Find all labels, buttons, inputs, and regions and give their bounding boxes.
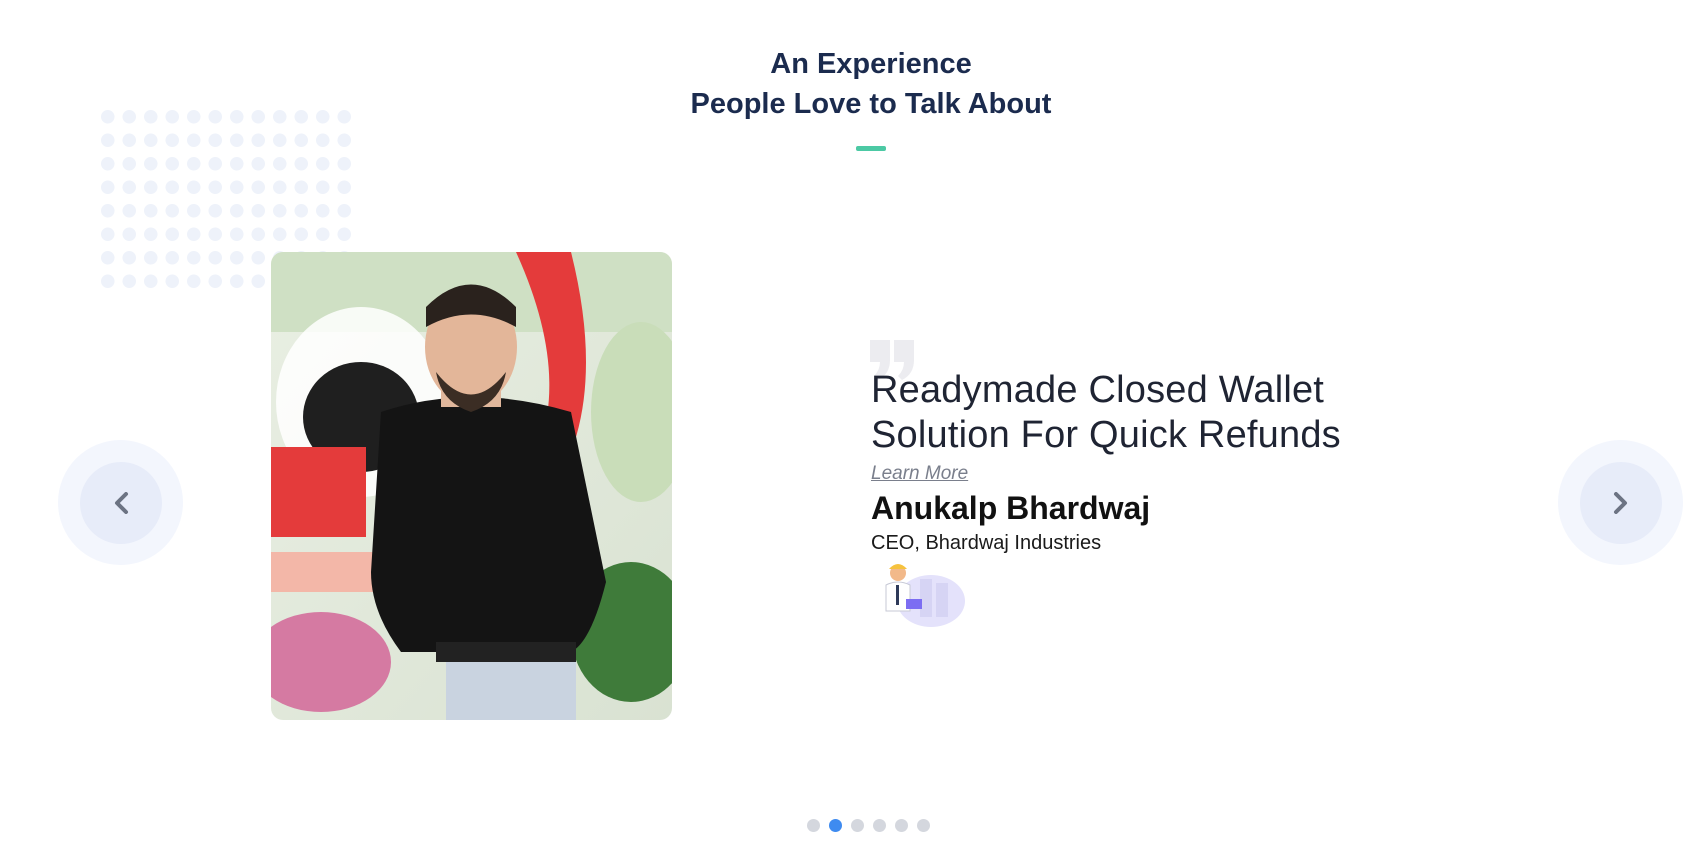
learn-more-link[interactable]: Learn More (871, 463, 968, 485)
title-underline (856, 146, 886, 151)
testimonial-headline: Readymade Closed Wallet Solution For Qui… (871, 368, 1391, 458)
carousel-next-button[interactable] (1558, 440, 1683, 565)
carousel-prev-button[interactable] (58, 440, 183, 565)
headline-line1: Readymade Closed Wallet (871, 369, 1325, 411)
person-role: CEO, Bhardwaj Industries (871, 532, 1102, 554)
pagination-dot-2[interactable] (829, 819, 842, 832)
pagination-dot-4[interactable] (873, 819, 886, 832)
pagination-dot-1[interactable] (807, 819, 820, 832)
pagination-dot-3[interactable] (851, 819, 864, 832)
pagination-dot-5[interactable] (895, 819, 908, 832)
person-name: Anukalp Bhardwaj (871, 490, 1151, 526)
chevron-left-icon (114, 491, 128, 514)
section-title-line1: An Experience (770, 48, 972, 80)
next-button-inner (1579, 461, 1662, 544)
pagination-dot-6[interactable] (917, 819, 930, 832)
headline-line2: Solution For Quick Refunds (871, 414, 1341, 456)
prev-button-inner (79, 461, 162, 544)
carousel-pagination (807, 819, 930, 832)
chevron-right-icon (1613, 491, 1627, 514)
company-logo-icon (885, 564, 965, 627)
testimonial-photo (271, 252, 672, 720)
